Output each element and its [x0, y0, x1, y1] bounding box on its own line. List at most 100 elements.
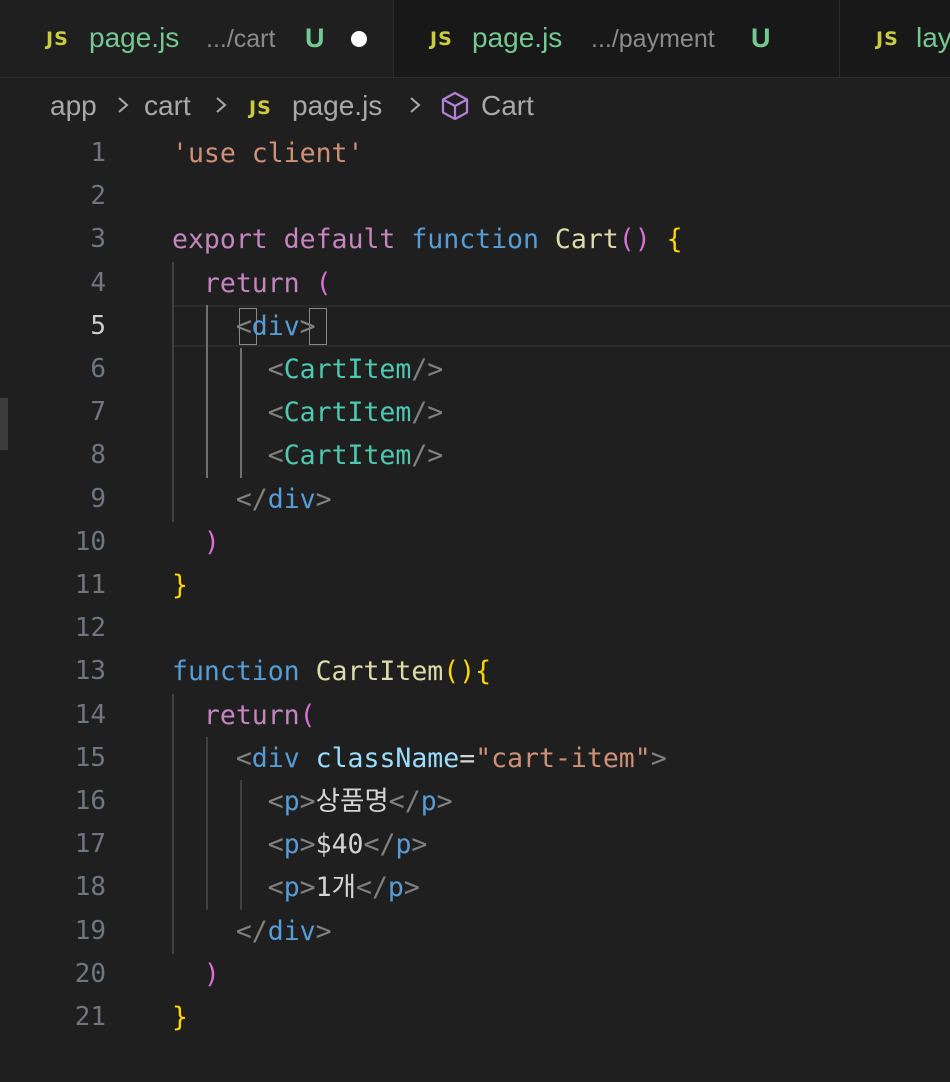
- code-line[interactable]: 12: [0, 607, 950, 650]
- code-line[interactable]: 10 ): [0, 521, 950, 564]
- line-number: 8: [90, 440, 106, 471]
- code-text: <div>: [172, 305, 316, 348]
- code-text: ): [172, 953, 220, 996]
- code-text: function CartItem(){: [172, 650, 491, 693]
- code-line[interactable]: 14 return(: [0, 694, 950, 737]
- code-text: }: [172, 564, 188, 607]
- code-text: <p>상품명</p>: [172, 780, 453, 823]
- code-token: function: [172, 656, 316, 688]
- line-number: 12: [74, 613, 106, 644]
- code-token: 1개: [315, 872, 356, 904]
- code-line[interactable]: 16 <p>상품명</p>: [0, 780, 950, 823]
- code-token: />: [411, 354, 444, 385]
- line-number: 1: [90, 138, 106, 168]
- code-line[interactable]: 6 <CartItem/>: [0, 348, 950, 391]
- code-text: <div className="cart-item">: [172, 737, 667, 780]
- code-token: 상품명: [315, 786, 389, 817]
- code-token: </: [355, 872, 388, 904]
- line-number: 16: [74, 786, 106, 816]
- code-line[interactable]: 3 export default function Cart() {: [0, 218, 950, 261]
- code-token: div: [267, 483, 316, 515]
- code-token: function: [411, 224, 555, 256]
- tab-layout-js[interactable]: JS lay: [840, 0, 950, 77]
- code-token: >: [299, 872, 316, 904]
- chevron-right-icon: [410, 97, 421, 113]
- js-file-icon: JS: [876, 28, 899, 50]
- line-number: 7: [90, 397, 106, 428]
- code-line[interactable]: 20 ): [0, 953, 950, 996]
- code-token: ): [203, 526, 220, 558]
- code-token: (): [618, 224, 651, 256]
- breadcrumb: app cart JS page.js Cart: [0, 78, 950, 136]
- code-token: </: [363, 829, 396, 861]
- code-token: <: [267, 397, 284, 429]
- code-line[interactable]: 5 <div>: [0, 305, 950, 348]
- code-token: >: [436, 786, 453, 817]
- code-text: <CartItem/>: [172, 391, 444, 434]
- code-line[interactable]: 11}: [0, 564, 950, 607]
- code-text: </div>: [172, 910, 332, 953]
- editor-tab-bar: JS page.js .../cart U JS page.js .../pay…: [0, 0, 950, 78]
- code-text: <CartItem/>: [172, 348, 444, 391]
- tab-filename: page.js: [89, 22, 180, 53]
- tab-filename: page.js: [472, 22, 563, 53]
- code-line[interactable]: 2: [0, 175, 950, 218]
- code-token: />: [411, 397, 444, 429]
- code-token: >: [315, 915, 332, 947]
- code-line[interactable]: 1 'use client': [0, 132, 950, 175]
- code-line[interactable]: 13 function CartItem(){: [0, 650, 950, 693]
- code-token: />: [411, 440, 444, 472]
- code-line[interactable]: 21}: [0, 996, 950, 1039]
- code-token: export default: [172, 224, 412, 256]
- code-line[interactable]: 19 </div>: [0, 910, 950, 953]
- line-number: 13: [74, 656, 106, 687]
- code-token: ): [203, 958, 220, 990]
- code-token: (): [443, 656, 476, 688]
- code-text: <p>1개</p>: [172, 866, 420, 909]
- code-line[interactable]: 4 return (: [0, 262, 950, 305]
- chevron-right-icon: [118, 97, 129, 113]
- tab-untracked-badge: U: [751, 23, 771, 53]
- breadcrumb-item-cart[interactable]: cart: [144, 90, 191, 122]
- code-token: </: [235, 915, 268, 947]
- line-number: 6: [90, 354, 106, 384]
- code-line[interactable]: 17 <p>$40</p>: [0, 823, 950, 866]
- code-token: >: [650, 742, 667, 774]
- code-line[interactable]: 18 <p>1개</p>: [0, 866, 950, 909]
- code-text: }: [172, 996, 188, 1039]
- code-editor[interactable]: 1 'use client' 2 3 export default function C…: [0, 132, 950, 1082]
- line-number: 17: [74, 829, 106, 860]
- breadcrumb-item-file[interactable]: page.js: [292, 90, 382, 122]
- breadcrumb-item-app[interactable]: app: [50, 90, 97, 122]
- code-token: =: [459, 742, 476, 774]
- unsaved-dot-icon[interactable]: [351, 31, 367, 47]
- code-line[interactable]: 7 <CartItem/>: [0, 391, 950, 434]
- code-token: div: [251, 742, 316, 774]
- tab-cart-page-js[interactable]: JS page.js .../cart U: [0, 0, 394, 77]
- line-number: 21: [74, 1002, 106, 1032]
- code-line[interactable]: 15 <div className="cart-item">: [0, 737, 950, 780]
- code-line[interactable]: 8 <CartItem/>: [0, 434, 950, 477]
- line-number: 15: [74, 742, 106, 773]
- code-token: <: [235, 742, 252, 774]
- code-token: p: [420, 786, 437, 817]
- code-token: }: [172, 570, 188, 601]
- code-token: p: [283, 829, 300, 861]
- line-number: 10: [74, 526, 106, 557]
- line-number: 14: [74, 699, 106, 730]
- breadcrumb-item-symbol[interactable]: Cart: [481, 90, 534, 122]
- code-token: "cart-item": [475, 742, 651, 774]
- tab-untracked-badge: U: [305, 23, 325, 53]
- line-number: 18: [74, 872, 106, 903]
- tab-payment-page-js[interactable]: JS page.js .../payment U: [394, 0, 840, 77]
- code-token: {: [475, 656, 492, 688]
- code-token: >: [299, 786, 316, 817]
- code-line[interactable]: 9 </div>: [0, 478, 950, 521]
- code-token: }: [172, 1002, 188, 1033]
- code-token: className: [315, 742, 460, 774]
